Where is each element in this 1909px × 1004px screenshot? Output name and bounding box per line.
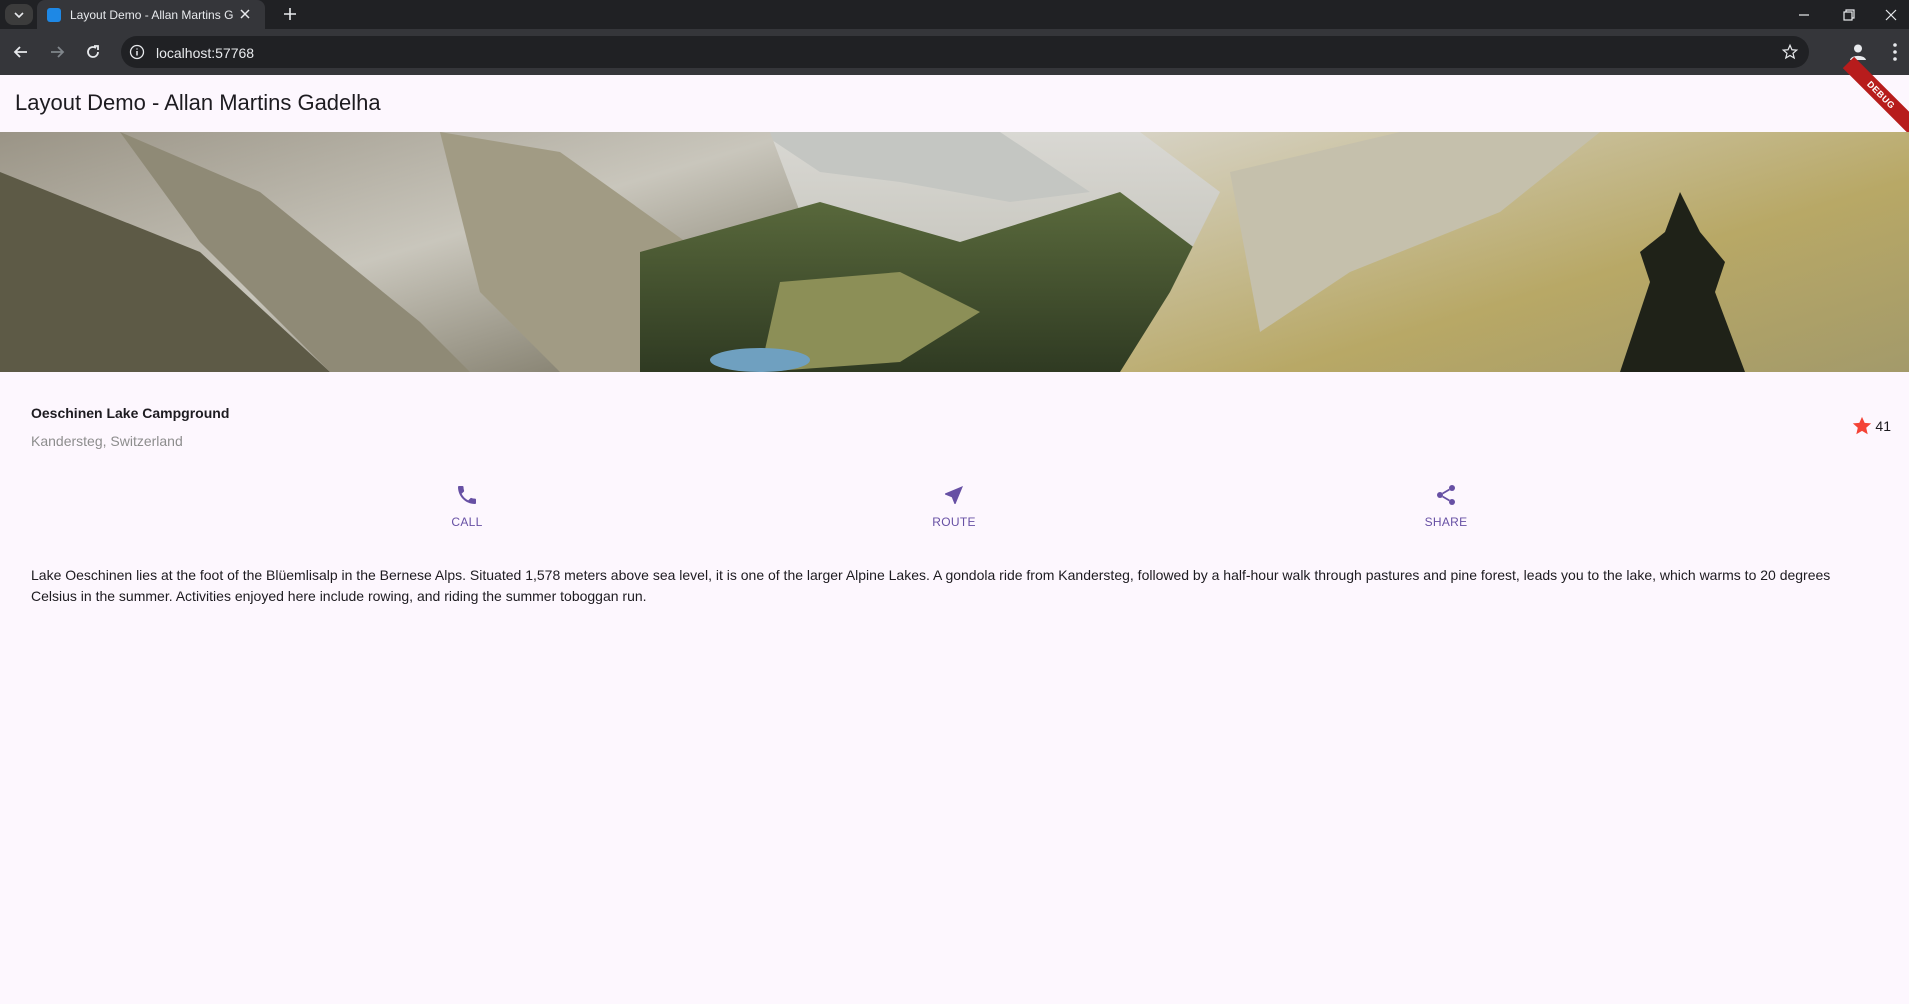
star-icon[interactable] — [1851, 415, 1873, 437]
route-button[interactable]: ROUTE — [894, 483, 1014, 529]
chevron-down-icon — [14, 11, 24, 18]
rating-count: 41 — [1875, 418, 1891, 434]
flutter-favicon-icon — [47, 8, 61, 22]
new-tab-icon[interactable] — [281, 5, 299, 23]
minimize-icon[interactable] — [1795, 6, 1813, 24]
close-tab-icon[interactable] — [237, 6, 253, 22]
navigation-icon — [945, 486, 963, 504]
call-label: CALL — [451, 515, 483, 529]
title-section: Oeschinen Lake Campground Kandersteg, Sw… — [31, 405, 1891, 455]
share-label: SHARE — [1424, 515, 1468, 529]
rating: 41 — [1851, 415, 1891, 437]
menu-kebab-icon[interactable] — [1887, 41, 1903, 63]
landscape-illustration — [0, 132, 1909, 372]
reload-icon[interactable] — [83, 42, 103, 62]
bookmark-star-icon[interactable] — [1781, 43, 1799, 61]
tab-title: Layout Demo - Allan Martins G — [70, 8, 234, 22]
share-button[interactable]: SHARE — [1386, 483, 1506, 529]
description-text: Lake Oeschinen lies at the foot of the B… — [31, 567, 1831, 604]
call-button[interactable]: CALL — [407, 483, 527, 529]
tab-search-button[interactable] — [5, 4, 33, 25]
browser-tab[interactable]: Layout Demo - Allan Martins G — [37, 0, 265, 29]
url-text[interactable]: localhost:57768 — [156, 45, 254, 61]
route-label: ROUTE — [932, 515, 976, 529]
lake-landscape-image — [0, 132, 1909, 372]
close-window-icon[interactable] — [1882, 6, 1900, 24]
share-icon — [1437, 485, 1455, 505]
address-bar[interactable]: localhost:57768 — [121, 36, 1809, 68]
app-bar: Layout Demo - Allan Martins Gadelha — [0, 75, 1909, 132]
restore-icon[interactable] — [1840, 6, 1858, 24]
browser-toolbar: localhost:57768 — [0, 29, 1909, 75]
forward-icon[interactable] — [47, 42, 67, 62]
campground-location: Kandersteg, Switzerland — [31, 433, 183, 449]
app-viewport: Layout Demo - Allan Martins Gadelha DEBU… — [0, 56, 1909, 1004]
back-icon[interactable] — [11, 42, 31, 62]
browser-tab-bar: Layout Demo - Allan Martins G — [0, 0, 1909, 29]
phone-icon — [458, 486, 476, 504]
app-title: Layout Demo - Allan Martins Gadelha — [15, 90, 381, 115]
campground-name: Oeschinen Lake Campground — [31, 405, 230, 421]
site-info-icon[interactable] — [129, 44, 145, 60]
